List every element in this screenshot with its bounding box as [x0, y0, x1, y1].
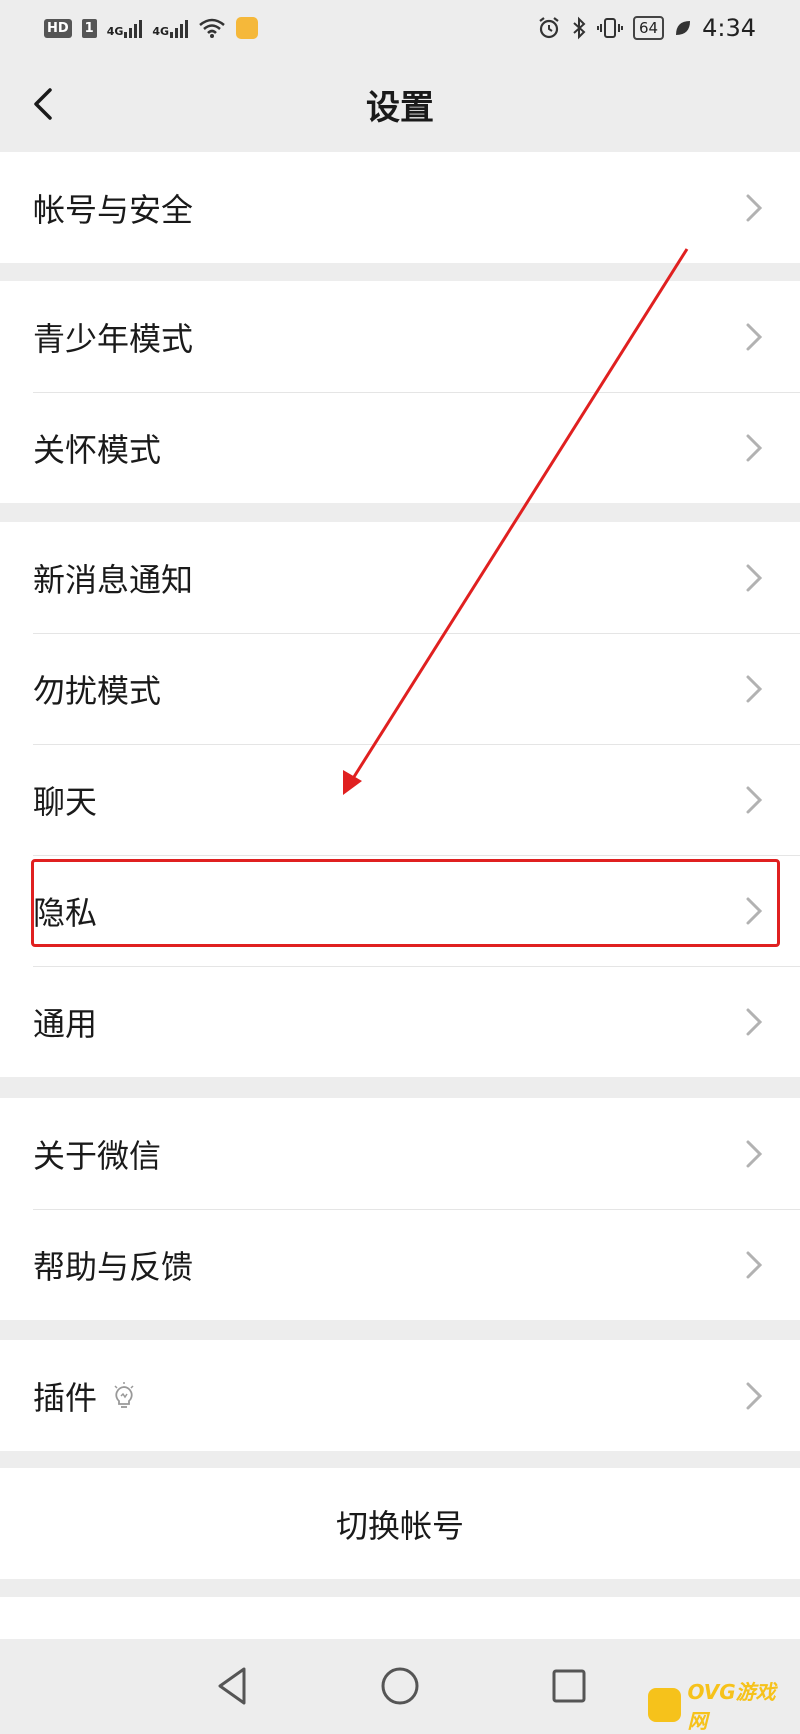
chevron-right-icon	[746, 434, 763, 462]
settings-item-teen-mode[interactable]: 青少年模式	[0, 281, 800, 392]
logout-group-partial	[0, 1597, 800, 1639]
settings-group-account: 帐号与安全	[0, 152, 800, 263]
settings-item-label: 通用	[33, 1004, 98, 1043]
bluetooth-icon	[573, 16, 586, 40]
status-bar: HD 1 4G 4G 64 4:34	[0, 0, 800, 56]
settings-item-label: 帐号与安全	[33, 190, 194, 229]
page-title: 设置	[366, 87, 434, 128]
signal-icon-2: 4G	[152, 18, 189, 38]
chevron-right-icon	[746, 1382, 763, 1410]
settings-item-label: 关怀模式	[33, 430, 162, 469]
alarm-icon	[539, 17, 559, 39]
chevron-right-icon	[746, 675, 763, 703]
settings-item-label: 插件	[33, 1378, 98, 1417]
triangle-back-icon[interactable]	[208, 1661, 258, 1711]
hd-badge: HD	[44, 18, 72, 38]
status-right: 64 4:34	[537, 14, 756, 42]
settings-group-plugins: 插件	[0, 1340, 800, 1451]
chevron-right-icon	[746, 323, 763, 351]
lightbulb-icon	[114, 1381, 134, 1408]
chevron-left-icon	[34, 88, 52, 120]
chevron-right-icon	[746, 786, 763, 814]
battery-icon: 64	[633, 16, 665, 40]
settings-item-privacy[interactable]: 隐私	[0, 855, 800, 966]
settings-item-label: 新消息通知	[33, 560, 194, 599]
settings-item-general[interactable]: 通用	[0, 966, 800, 1077]
settings-item-label: 帮助与反馈	[33, 1247, 194, 1286]
chevron-right-icon	[746, 1008, 763, 1036]
settings-item-account-security[interactable]: 帐号与安全	[0, 152, 800, 263]
square-recents-icon[interactable]	[544, 1661, 594, 1711]
settings-group-modes: 青少年模式 关怀模式	[0, 281, 800, 503]
switch-account-label: 切换帐号	[335, 1506, 464, 1545]
watermark-text: OVG游戏网	[687, 1680, 776, 1733]
settings-item-label: 隐私	[33, 893, 98, 932]
settings-item-plugins[interactable]: 插件	[0, 1340, 800, 1451]
navigation-header: 设置	[0, 56, 800, 152]
settings-item-label: 勿扰模式	[33, 671, 162, 710]
settings-item-notifications[interactable]: 新消息通知	[0, 522, 800, 633]
chevron-right-icon	[746, 1251, 763, 1279]
signal-icon: 4G	[107, 18, 143, 38]
settings-item-about-wechat[interactable]: 关于微信	[0, 1098, 800, 1209]
watermark-logo-icon	[648, 1688, 682, 1722]
settings-item-do-not-disturb[interactable]: 勿扰模式	[0, 633, 800, 744]
chevron-right-icon	[746, 1140, 763, 1168]
back-button[interactable]	[24, 80, 72, 128]
vibrate-icon	[597, 18, 623, 38]
settings-item-label: 关于微信	[33, 1136, 162, 1175]
leaf-icon	[676, 21, 691, 35]
sim-badge: 1	[81, 18, 97, 38]
settings-group-about: 关于微信 帮助与反馈	[0, 1098, 800, 1320]
chevron-right-icon	[746, 897, 763, 925]
settings-item-care-mode[interactable]: 关怀模式	[0, 392, 800, 503]
clock: 4:34	[702, 14, 756, 42]
app-notification-icon	[236, 17, 259, 39]
switch-account-button[interactable]: 切换帐号	[0, 1468, 800, 1579]
watermark: OVG游戏网	[648, 1680, 794, 1733]
settings-item-chat[interactable]: 聊天	[0, 744, 800, 855]
settings-item-help-feedback[interactable]: 帮助与反馈	[0, 1209, 800, 1320]
settings-item-label: 青少年模式	[33, 319, 194, 358]
wifi-icon	[199, 18, 225, 38]
circle-home-icon[interactable]	[375, 1661, 425, 1711]
settings-group-messages: 新消息通知 勿扰模式 聊天 隐私 通用	[0, 522, 800, 1077]
switch-account-group: 切换帐号	[0, 1468, 800, 1579]
chevron-right-icon	[746, 194, 763, 222]
settings-item-label: 聊天	[33, 782, 98, 821]
status-left: HD 1 4G 4G	[44, 17, 259, 39]
chevron-right-icon	[746, 564, 763, 592]
